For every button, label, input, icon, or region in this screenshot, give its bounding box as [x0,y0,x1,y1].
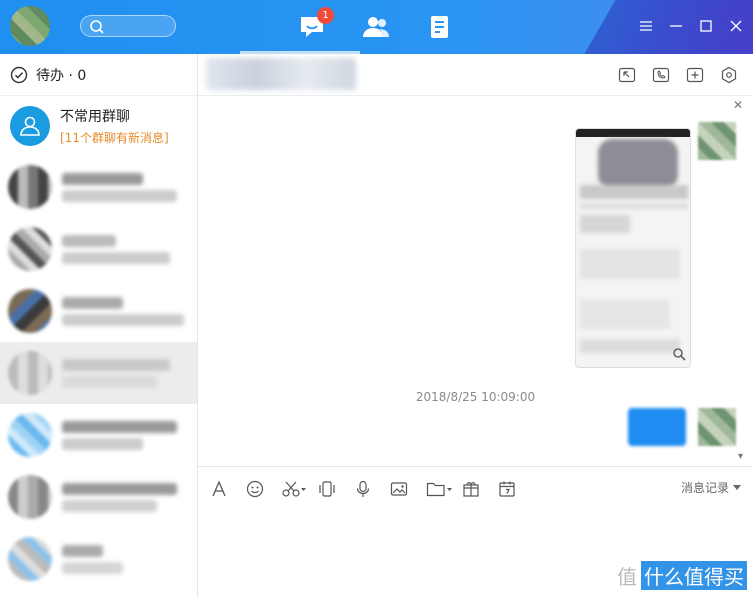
maximize-icon[interactable] [697,17,715,35]
chat-header-tools [617,65,739,85]
image-icon[interactable] [390,477,426,501]
blurred-name [62,172,143,185]
close-icon[interactable] [727,17,745,35]
sender-avatar [698,408,736,446]
list-item[interactable] [0,280,197,342]
avatar [8,165,52,209]
minimize-icon[interactable] [667,17,685,35]
tab-contacts[interactable] [360,12,392,42]
blurred-preview [62,437,143,450]
watermark-logo: 值 [617,565,637,589]
blurred-preview [62,251,170,264]
chat-panel: ✕ 2018/8/25 10:09:00 ▾ 消息记录 值 什么值得买 [198,54,753,598]
my-avatar[interactable] [10,6,50,46]
sender-avatar [698,122,736,160]
menu-icon[interactable] [637,17,655,35]
blurred-preview [62,561,123,574]
group-new-message-notice: [11个群聊有新消息] [60,131,169,145]
list-item[interactable] [0,404,197,466]
chat-header [198,54,753,96]
avatar [8,537,52,581]
list-item-selected[interactable] [0,342,197,404]
watermark: 值 什么值得买 [617,561,747,590]
blurred-name [62,544,103,557]
blurred-chat-title [206,58,356,90]
scroll-down-chevron-icon[interactable]: ▾ [738,451,743,462]
list-item[interactable] [0,466,197,528]
blurred-name [62,358,170,371]
blurred-name [62,234,116,247]
todo-row[interactable]: 待办 · 0 [0,54,197,96]
window-controls [637,17,745,35]
composer-toolbar: 消息记录 [198,466,753,510]
microphone-icon[interactable] [354,477,390,501]
search-icon [90,20,104,34]
close-panel-icon[interactable]: ✕ [733,98,743,112]
todo-label: 待办 · 0 [36,67,87,84]
blurred-preview [62,375,157,388]
image-message[interactable] [575,128,691,368]
zoom-icon[interactable] [672,347,686,361]
infrequent-groups-item[interactable]: 不常用群聊 [11个群聊有新消息] [0,96,197,156]
settings-icon[interactable] [719,65,739,85]
group-title: 不常用群聊 [60,109,130,125]
check-circle-icon [10,66,28,83]
group-chat-icon [10,106,50,146]
search-input[interactable] [80,15,176,37]
title-bar: 1 [0,0,753,54]
blurred-preview [62,313,184,326]
blurred-name [62,482,177,495]
red-packet-icon[interactable] [462,477,498,501]
tab-messages[interactable]: 1 [296,7,334,42]
message-history-label: 消息记录 [680,481,729,495]
blurred-name [62,420,177,433]
folder-icon[interactable] [426,477,462,501]
pop-out-icon[interactable] [617,65,637,85]
avatar [8,289,52,333]
avatar [8,351,52,395]
message-list: ✕ 2018/8/25 10:09:00 ▾ [198,96,753,466]
text-message-bubble[interactable] [628,408,686,446]
screenshot-scissors-icon[interactable] [282,477,318,501]
list-item[interactable] [0,218,197,280]
message-timestamp: 2018/8/25 10:09:00 [415,390,536,404]
contacts-icon [363,17,389,37]
conversation-sidebar: 待办 · 0 不常用群聊 [11个群聊有新消息] [0,54,198,598]
blurred-name [62,296,123,309]
calendar-icon[interactable] [498,477,534,501]
message-history-button[interactable]: 消息记录 [681,479,741,496]
watermark-text: 什么值得买 [641,561,747,590]
add-member-icon[interactable] [685,65,705,85]
avatar [8,413,52,457]
avatar [8,227,52,271]
blurred-preview [62,499,157,512]
list-item[interactable] [0,156,197,218]
chevron-down-icon [733,484,741,490]
unread-badge: 1 [317,7,334,24]
tab-documents[interactable] [424,12,456,42]
document-icon [431,16,448,38]
shake-icon[interactable] [318,477,354,501]
blurred-preview [62,189,177,202]
font-icon[interactable] [210,477,246,501]
list-item[interactable] [0,528,197,590]
avatar [8,475,52,519]
phone-icon[interactable] [651,65,671,85]
emoji-icon[interactable] [246,477,282,501]
